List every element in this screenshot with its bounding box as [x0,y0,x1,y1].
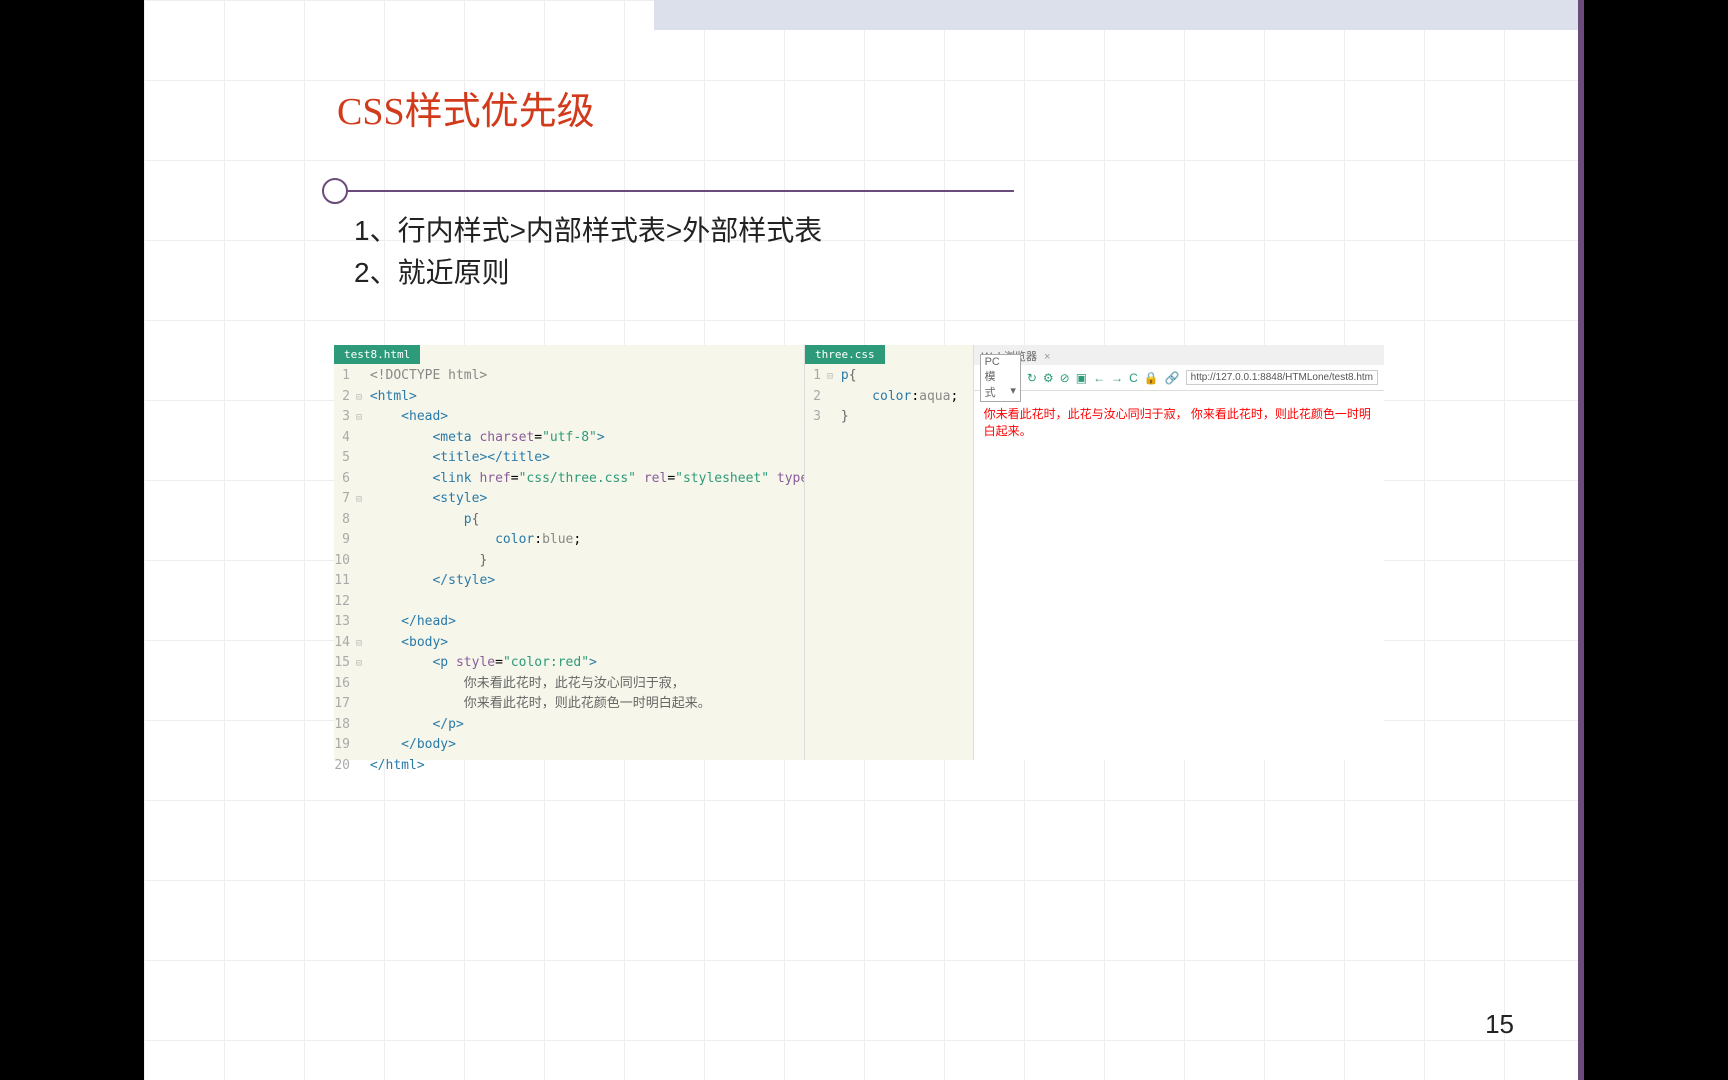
stop-icon[interactable]: ⊘ [1060,371,1070,385]
reload-icon[interactable]: C [1129,371,1138,385]
divider-circle [322,178,348,204]
editor-tab[interactable]: test8.html [334,345,420,364]
layout-icon[interactable]: ▣ [1076,371,1087,385]
css-code-area[interactable]: 1⊟ p{2 color:aqua;3 } [805,364,973,428]
css-editor-pane: three.css 1⊟ p{2 color:aqua;3 } [804,345,973,760]
back-icon[interactable]: ← [1093,371,1105,385]
browser-preview-pane: Web浏览器 × PC模式 ↻ ⚙ ⊘ ▣ ← → C 🔒 🔗 http://1… [973,345,1384,760]
html-code-area[interactable]: 1 <!DOCTYPE html>2⊟ <html>3⊟ <head>4 <me… [334,364,804,776]
close-icon[interactable]: × [1044,351,1050,363]
browser-body: 你未看此花时，此花与汝心同归于寂， 你来看此花时，则此花颜色一时明白起来。 [974,391,1384,453]
refresh-icon[interactable]: ↻ [1027,371,1037,385]
bullet-item: 1、行内样式>内部样式表>外部样式表 [354,210,822,252]
right-accent-bar [1578,0,1584,1080]
bullet-item: 2、就近原则 [354,252,822,294]
mode-select[interactable]: PC模式 [980,354,1021,402]
divider-line [334,190,1014,192]
browser-toolbar: PC模式 ↻ ⚙ ⊘ ▣ ← → C 🔒 🔗 http://127.0.0.1:… [974,365,1384,391]
editor-row: test8.html 1 <!DOCTYPE html>2⊟ <html>3⊟ … [334,345,1384,760]
link-icon[interactable]: 🔗 [1165,371,1180,385]
browser-tabbar: Web浏览器 × [974,345,1384,365]
top-accent-bar [654,0,1584,30]
slide: CSS样式优先级 1、行内样式>内部样式表>外部样式表 2、就近原则 test8… [144,0,1584,1080]
forward-icon[interactable]: → [1111,371,1123,385]
html-editor-pane: test8.html 1 <!DOCTYPE html>2⊟ <html>3⊟ … [334,345,804,760]
slide-title: CSS样式优先级 [337,80,595,135]
editor-tab[interactable]: three.css [805,345,885,364]
gear-icon[interactable]: ⚙ [1043,371,1054,385]
lock-icon[interactable]: 🔒 [1144,371,1159,385]
bullet-list: 1、行内样式>内部样式表>外部样式表 2、就近原则 [354,210,822,294]
url-field[interactable]: http://127.0.0.1:8848/HTMLone/test8.htm [1186,370,1378,385]
page-number: 15 [1485,1009,1514,1040]
